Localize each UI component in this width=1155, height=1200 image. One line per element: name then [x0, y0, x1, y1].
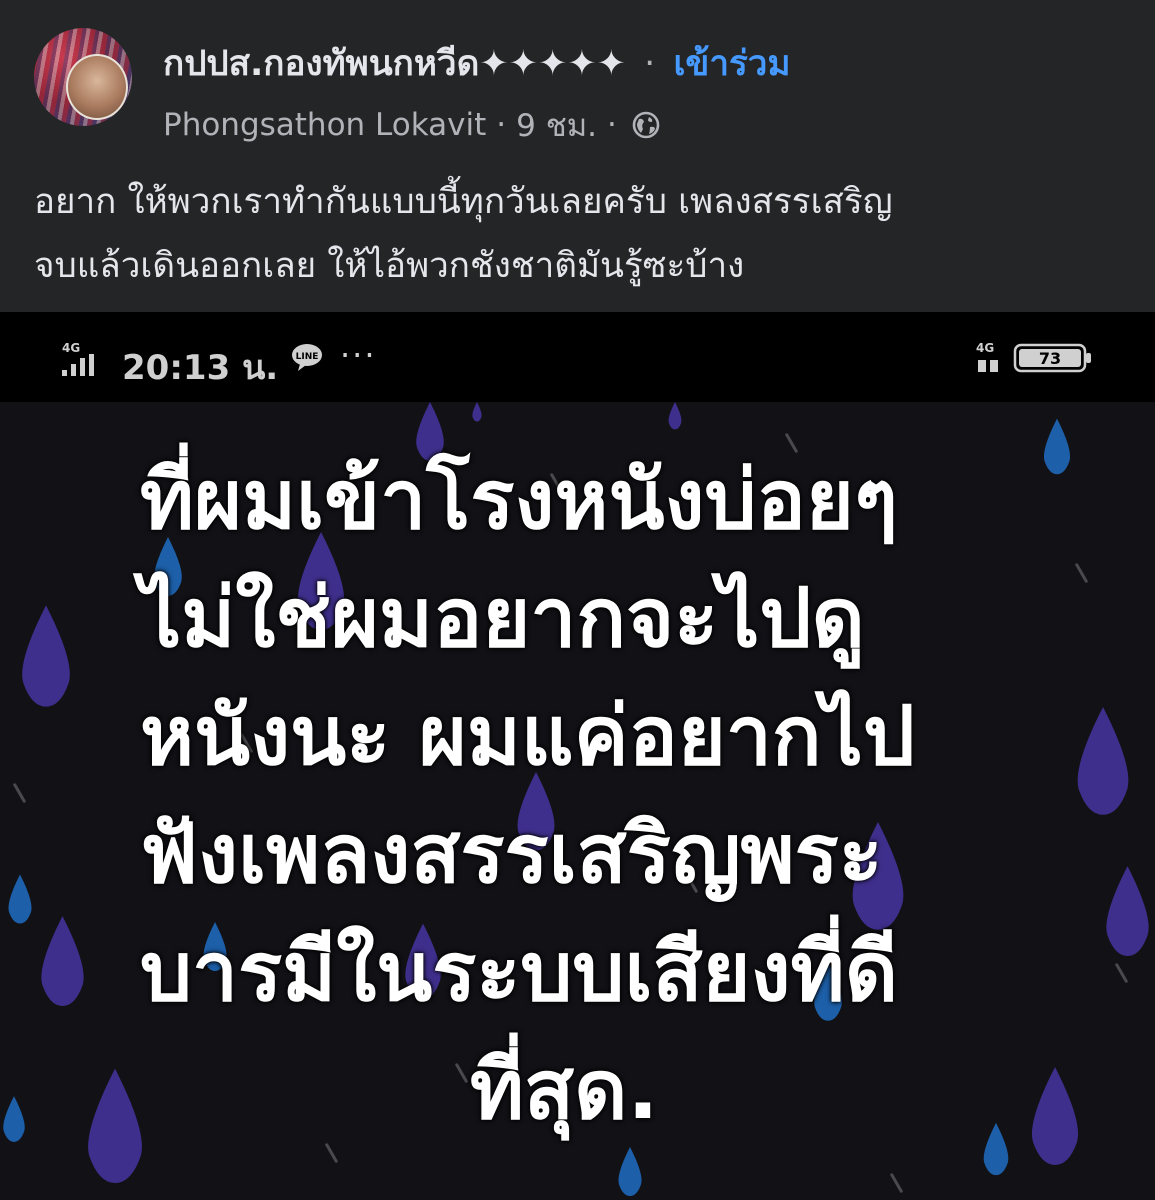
quote-text: ที่ผมเข้าโรงหนังบ่อยๆ ไม่ใช่ผมอยากจะไปดู… [140, 442, 1040, 1150]
raindrop-icon [41, 916, 84, 1006]
post-text-line: อยาก ให้พวกเราทำกันแบบนี้ทุกวันเลยครับ เ… [34, 182, 893, 222]
raindrop-icon [3, 1096, 25, 1142]
separator: · [644, 44, 656, 84]
globe-icon[interactable] [631, 110, 661, 140]
quote-line: หนังนะ ผมแค่อยากไป [140, 689, 915, 784]
post-header: กปปส.กองทัพนกหวีด✦✦✦✦✦ · เข้าร่วม Phongs… [0, 0, 1155, 312]
rain-streak [1074, 562, 1089, 584]
post-meta: Phongsathon Lokavit · 9 ชม. · [163, 100, 661, 150]
raindrop-icon [8, 874, 32, 924]
raindrop-icon [472, 402, 482, 422]
rain-streak [889, 1172, 904, 1194]
join-group-link[interactable]: เข้าร่วม [673, 44, 790, 84]
raindrop-icon [618, 1147, 642, 1196]
separator: · [496, 107, 507, 143]
quote-line: ที่สุด. [470, 1043, 659, 1138]
separator: · [607, 107, 617, 143]
raindrop-icon [1106, 866, 1149, 956]
quote-line: บารมีในระบบเสียงที่ดี [140, 925, 898, 1020]
screenshot-status-bar: 4G 20:13 น. LINE ··· 4G 73 [0, 312, 1155, 402]
author-name-link[interactable]: Phongsathon Lokavit [163, 107, 486, 143]
post-image[interactable]: 4G 20:13 น. LINE ··· 4G 73 ที่ผมเข้าโรงห… [0, 312, 1155, 1200]
rain-streak [12, 782, 27, 804]
more-icon: ··· [340, 336, 377, 374]
raindrop-icon [1077, 707, 1129, 815]
raindrop-icon [22, 605, 70, 707]
battery-level: 73 [1039, 349, 1061, 368]
group-name-link[interactable]: กปปส.กองทัพนกหวีด✦✦✦✦✦ [163, 44, 626, 84]
network-right-label: 4G [976, 341, 994, 355]
raindrop-icon [668, 402, 682, 430]
author-avatar[interactable] [66, 54, 128, 120]
status-time: 20:13 น. [122, 348, 279, 388]
raindrop-icon [1043, 418, 1071, 475]
quote-line: ฟังเพลงสรรเสริญพระ [140, 807, 883, 902]
post-body: อยาก ให้พวกเราทำกันแบบนี้ทุกวันเลยครับ เ… [34, 170, 1124, 298]
post-timestamp[interactable]: 9 ชม. [516, 100, 597, 150]
group-name-row: กปปส.กองทัพนกหวีด✦✦✦✦✦ · เข้าร่วม [163, 36, 791, 91]
line-app-icon: LINE [292, 344, 322, 371]
svg-text:LINE: LINE [296, 352, 319, 362]
network-label: 4G [62, 341, 80, 355]
signal-icon: 4G [62, 341, 94, 376]
battery-icon: 73 [1013, 343, 1091, 373]
signal-right-icon: 4G [976, 341, 998, 372]
post-text-line: จบแล้วเดินออกเลย ให้ไอ้พวกชังชาติมันรู้ซ… [34, 246, 745, 286]
quote-line: ไม่ใช่ผมอยากจะไปดู [140, 571, 865, 666]
rain-streak [1114, 962, 1129, 984]
group-avatar[interactable] [34, 28, 132, 126]
quote-line: ที่ผมเข้าโรงหนังบ่อยๆ [140, 453, 898, 548]
